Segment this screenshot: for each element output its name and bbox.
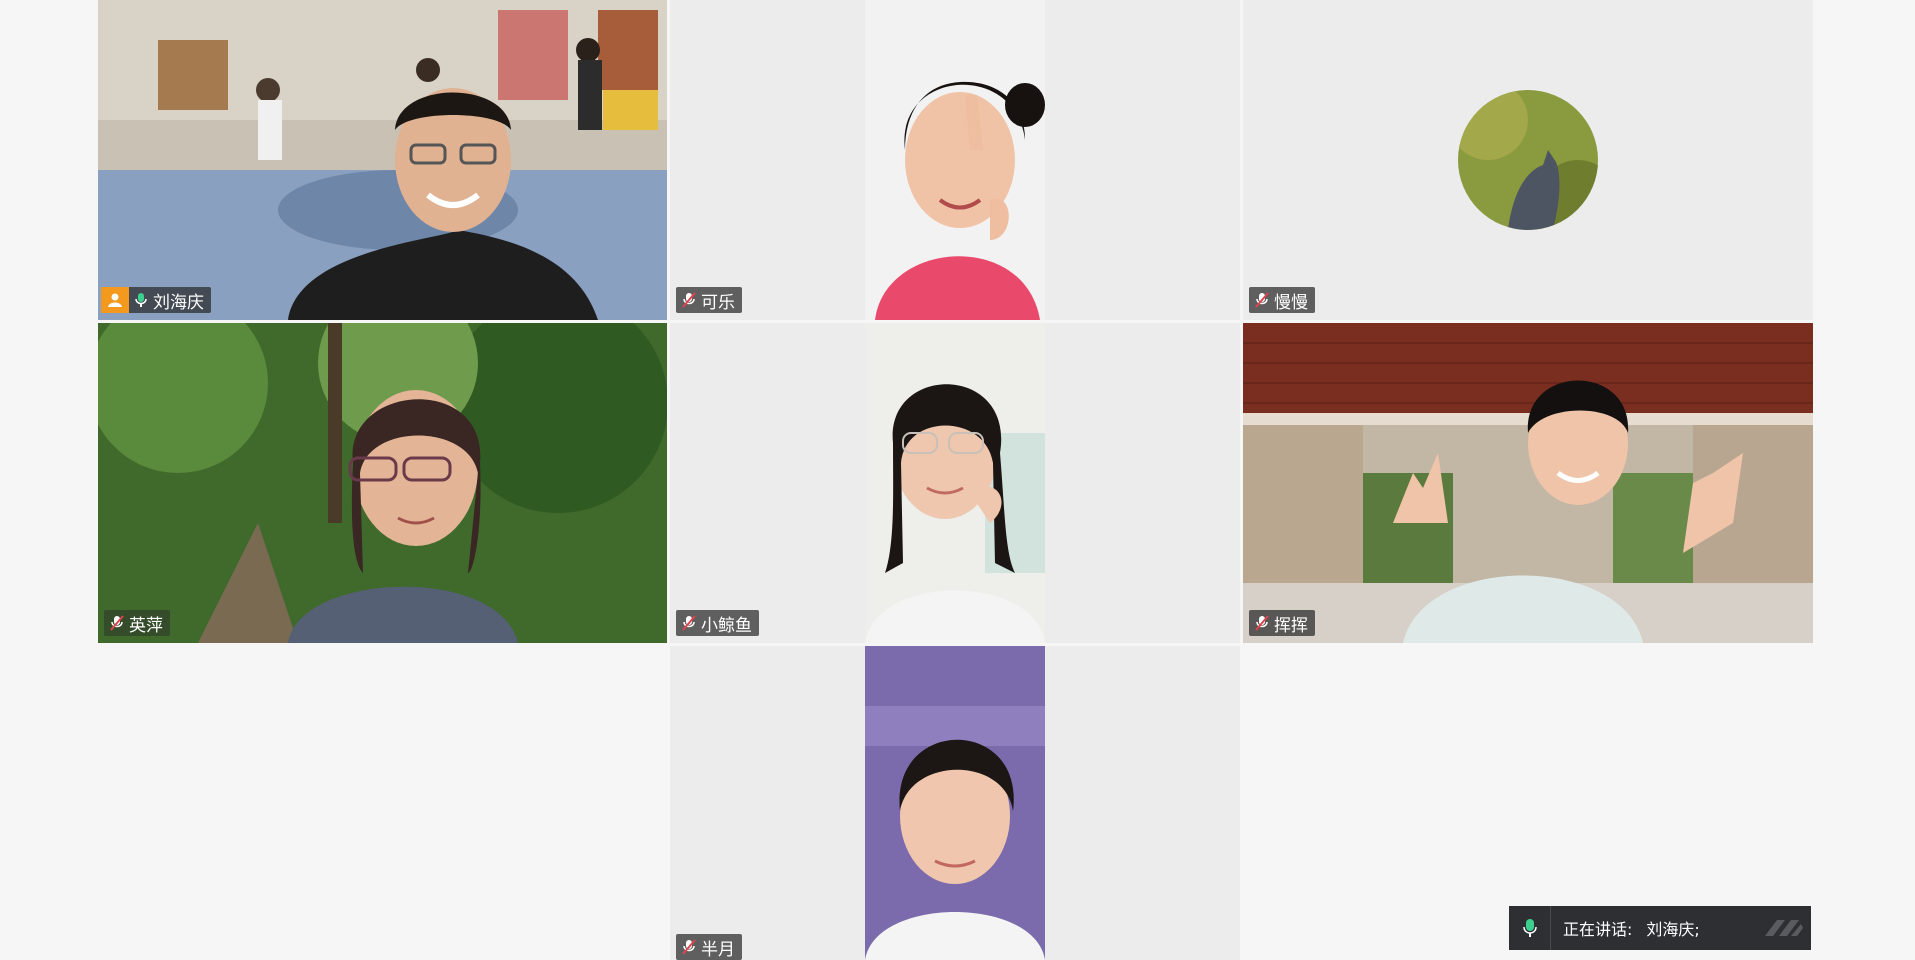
video-tile-yingping[interactable]: 英萍	[98, 323, 667, 643]
participant-name: 刘海庆	[153, 292, 204, 313]
speaker-name: 刘海庆;	[1646, 920, 1700, 939]
participant-video	[98, 323, 667, 643]
participant-nameplate: 半月	[676, 934, 742, 960]
mic-icon	[1509, 906, 1551, 950]
participant-nameplate: 小鲸鱼	[676, 610, 759, 636]
video-tile-huihui[interactable]: 挥挥	[1243, 323, 1813, 643]
video-tile-manman[interactable]: 慢慢	[1243, 0, 1813, 320]
drag-handle-icon[interactable]	[1761, 916, 1805, 940]
speaker-label: 正在讲话:	[1563, 920, 1633, 939]
participant-nameplate: 英萍	[104, 610, 170, 636]
participant-name: 可乐	[701, 292, 735, 313]
video-tile-liuhaiqing[interactable]: 刘海庆	[98, 0, 667, 320]
participant-nameplate: 慢慢	[1249, 287, 1315, 313]
video-tile-banyue[interactable]: 半月	[670, 646, 1240, 960]
mic-muted-icon	[682, 292, 696, 308]
active-speaker-bar[interactable]: 正在讲话: 刘海庆;	[1509, 906, 1811, 950]
participant-nameplate: 可乐	[676, 287, 742, 313]
mic-muted-icon	[682, 615, 696, 631]
participant-name: 小鲸鱼	[701, 615, 752, 636]
participant-nameplate: 刘海庆	[101, 287, 211, 313]
mic-muted-icon	[110, 615, 124, 631]
participant-name: 英萍	[129, 615, 163, 636]
mic-muted-icon	[682, 939, 696, 955]
participant-name: 半月	[701, 939, 735, 960]
meeting-gallery: 刘海庆 可乐 慢慢 英萍 小鲸鱼 挥挥 半月 正在讲话: 刘海庆;	[0, 0, 1915, 960]
mic-icon	[135, 293, 147, 307]
participant-video	[98, 0, 667, 320]
participant-video	[865, 646, 1045, 960]
participant-nameplate: 挥挥	[1249, 610, 1315, 636]
user-icon	[101, 287, 129, 313]
video-tile-kele[interactable]: 可乐	[670, 0, 1240, 320]
mic-muted-icon	[1255, 615, 1269, 631]
mic-muted-icon	[1255, 292, 1269, 308]
participant-name: 慢慢	[1274, 292, 1308, 313]
participant-name: 挥挥	[1274, 615, 1308, 636]
participant-video	[865, 323, 1045, 643]
video-tile-xiaojingyu[interactable]: 小鲸鱼	[670, 323, 1240, 643]
participant-video	[1243, 323, 1813, 643]
participant-video	[865, 0, 1045, 320]
avatar	[1458, 90, 1598, 230]
